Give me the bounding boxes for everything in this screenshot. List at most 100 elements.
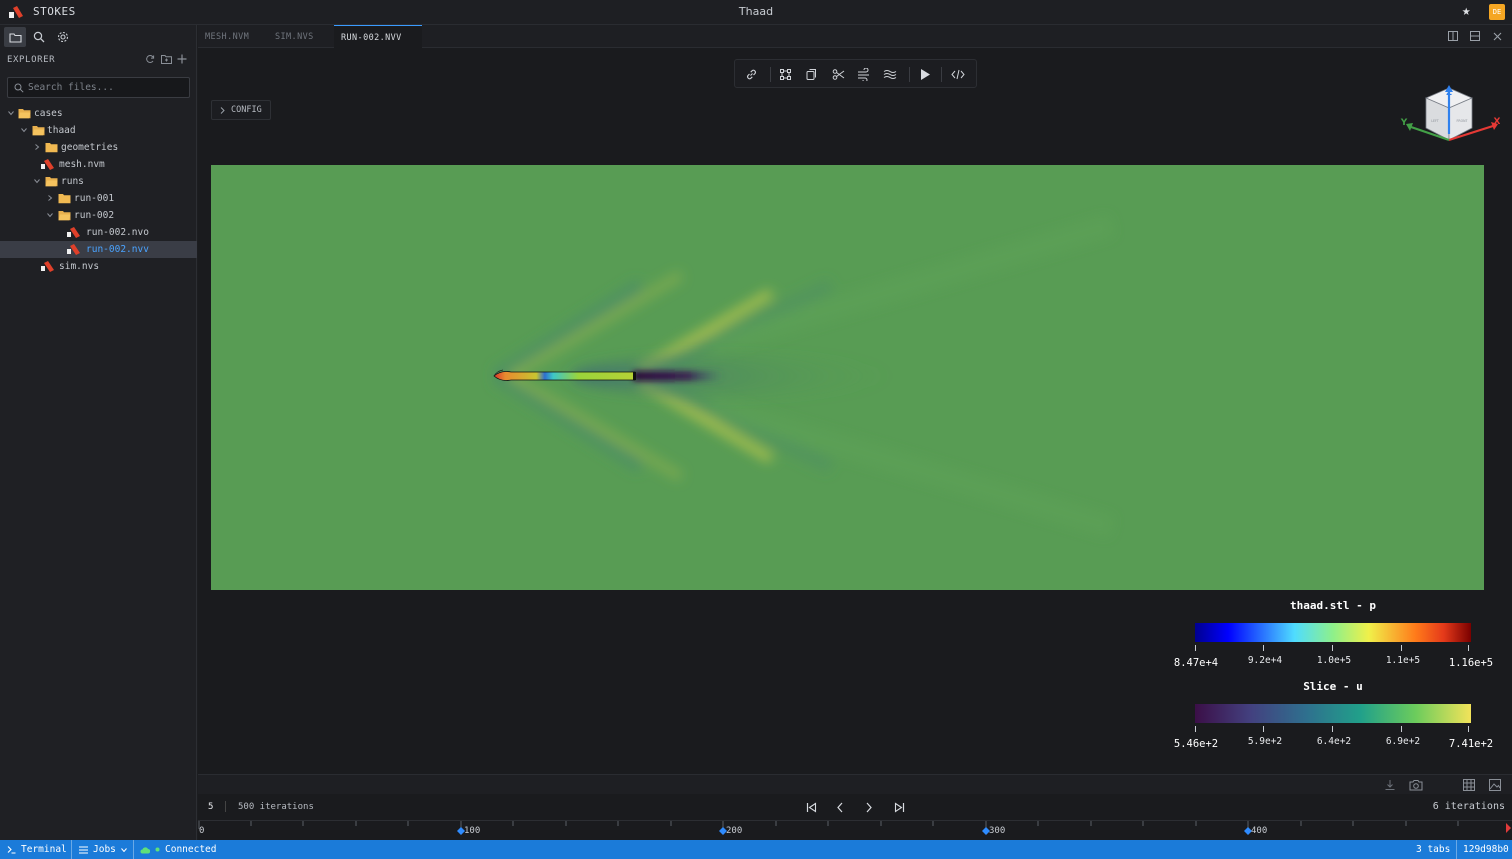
connection-status[interactable]: Connected (140, 844, 216, 855)
star-icon[interactable]: ★ (1462, 3, 1470, 19)
close-icon[interactable] (1491, 30, 1503, 42)
tree-item-run-002-nvo[interactable]: run-002.nvo (0, 224, 197, 241)
axis-y-label: Y (1400, 118, 1408, 128)
render-viewport[interactable]: CONFIG Z X Y LEFT FRONT thaad.stl - p 8.… (198, 48, 1512, 774)
grid-icon[interactable] (1462, 778, 1476, 792)
bounding-box-icon[interactable] (777, 66, 793, 82)
stokes-file-icon (67, 227, 80, 238)
timeline-label: 200 (726, 826, 743, 836)
tree-item-cases[interactable]: cases (0, 105, 197, 122)
file-tree: cases thaad geometries mesh.nvm runs run… (0, 105, 197, 275)
search-tab-icon[interactable] (28, 27, 50, 47)
tree-item-label: run-002.nvo (86, 227, 149, 238)
timeline-ticks (198, 821, 1511, 835)
colorbar-max-label: 7.41e+2 (1448, 738, 1494, 750)
skip-to-end-icon[interactable] (892, 800, 906, 814)
stokes-file-icon (41, 159, 54, 170)
timeline-playhead (1506, 823, 1511, 833)
tab-sim-nvs[interactable]: SIM.NVS (268, 25, 334, 48)
colorbar-tick-label: 5.9e+2 (1247, 736, 1283, 747)
explorer-title: EXPLORER (7, 55, 56, 65)
tree-item-mesh-nvm[interactable]: mesh.nvm (0, 156, 197, 173)
commit-hash[interactable]: 129d98b0 (1463, 844, 1509, 855)
user-avatar[interactable]: DE (1489, 4, 1505, 20)
search-icon (14, 83, 24, 93)
settings-gear-icon[interactable] (52, 27, 74, 47)
split-horizontal-icon[interactable] (1469, 30, 1481, 42)
colorbar-title: thaad.stl - p (1289, 599, 1377, 612)
colorbar-tick (1332, 645, 1333, 651)
orientation-cube-gizmo[interactable]: Z X Y LEFT FRONT (1398, 82, 1500, 152)
tree-item-label: runs (61, 176, 84, 187)
sidebar-tabs (0, 25, 196, 49)
tree-item-geometries[interactable]: geometries (0, 139, 197, 156)
colorbar-tick-label: 1.1e+5 (1385, 655, 1421, 666)
camera-icon[interactable] (1409, 778, 1423, 792)
refresh-icon[interactable] (144, 53, 156, 65)
previous-step-icon[interactable] (833, 800, 847, 814)
export-icon[interactable] (1383, 778, 1397, 792)
split-vertical-icon[interactable] (1447, 30, 1459, 42)
current-iteration: 5 (208, 802, 214, 812)
timeline-label: 400 (1251, 826, 1268, 836)
tree-item-label: run-001 (74, 193, 115, 204)
jobs-dropdown[interactable]: Jobs (79, 844, 127, 855)
folder-open-icon (32, 126, 45, 136)
toolbar-divider (770, 67, 771, 82)
code-icon[interactable] (950, 66, 966, 82)
chevron-right-icon (220, 106, 225, 114)
timeline-label: 100 (464, 826, 481, 836)
tree-item-runs[interactable]: runs (0, 173, 197, 190)
stokes-file-icon (41, 261, 54, 272)
jobs-label: Jobs (93, 844, 116, 855)
app-name: STOKES (33, 5, 76, 18)
waves-icon[interactable] (882, 66, 898, 82)
tree-item-run-002-nvv[interactable]: run-002.nvv (0, 241, 197, 258)
colorbar-tick (1263, 726, 1264, 732)
sidebar: EXPLORER cases thaad geometries (0, 25, 197, 840)
colorbar-tick (1401, 645, 1402, 651)
next-step-icon[interactable] (862, 800, 876, 814)
new-folder-icon[interactable] (160, 53, 172, 65)
folder-open-icon (58, 211, 71, 221)
colorbar-min-label: 5.46e+2 (1173, 738, 1219, 750)
tree-item-sim-nvs[interactable]: sim.nvs (0, 258, 197, 275)
image-icon[interactable] (1488, 778, 1502, 792)
terminal-icon (7, 846, 16, 854)
config-toggle-button[interactable]: CONFIG (211, 100, 271, 120)
toolbar-divider (941, 67, 942, 82)
tab-run-002-nvv[interactable]: RUN-002.NVV (334, 25, 422, 48)
tab-mesh-nvm[interactable]: MESH.NVM (198, 25, 268, 48)
copy-icon[interactable] (803, 66, 819, 82)
cloud-icon (140, 846, 150, 853)
tree-item-run-001[interactable]: run-001 (0, 190, 197, 207)
colorbar-gradient (1195, 704, 1471, 723)
tree-item-thaad[interactable]: thaad (0, 122, 197, 139)
timeline-scrubber[interactable]: 0 100 200 300 400 (198, 820, 1512, 840)
chevron-down-icon (121, 847, 127, 852)
status-divider (71, 840, 72, 859)
folder-open-icon (18, 109, 31, 119)
link-icon[interactable] (743, 66, 759, 82)
explorer-tab-folder-icon[interactable] (4, 27, 26, 47)
chevron-right-icon (48, 195, 53, 201)
add-file-icon[interactable] (176, 53, 188, 65)
colorbar-max-label: 1.16e+5 (1448, 657, 1494, 669)
streamlines-icon[interactable] (856, 66, 872, 82)
colorbar-tick (1195, 726, 1196, 732)
simulation-render[interactable] (211, 165, 1484, 590)
file-search (7, 77, 190, 98)
tree-item-run-002[interactable]: run-002 (0, 207, 197, 224)
colorbar-tick-label: 6.4e+2 (1316, 736, 1352, 747)
scissors-icon[interactable] (830, 66, 846, 82)
play-icon[interactable] (917, 66, 933, 82)
playback-bar: 5 500 iterations 6 iterations (198, 794, 1512, 820)
search-files-input[interactable] (28, 80, 188, 95)
toolbar-divider (909, 67, 910, 82)
terminal-button[interactable]: Terminal (7, 844, 67, 855)
terminal-label: Terminal (21, 844, 67, 855)
colorbar-tick (1401, 726, 1402, 732)
list-icon (79, 845, 88, 854)
viewport-toolbar (734, 59, 977, 88)
skip-to-start-icon[interactable] (804, 800, 818, 814)
